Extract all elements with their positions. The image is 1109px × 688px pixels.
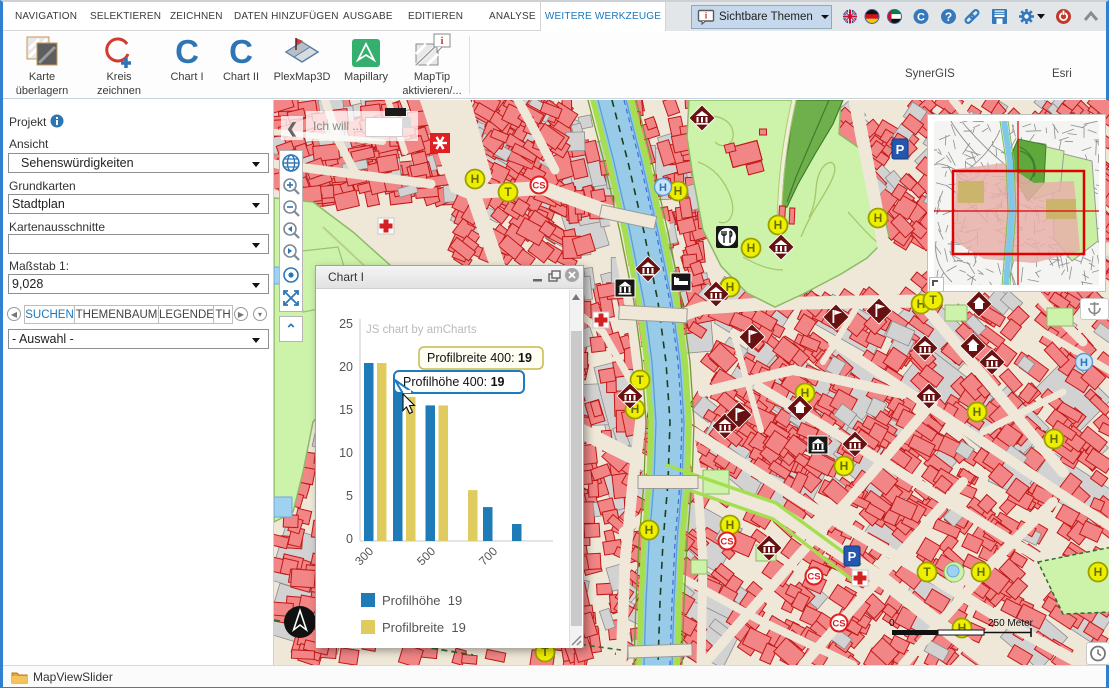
svg-text:H: H bbox=[1050, 432, 1059, 446]
svg-text:H: H bbox=[973, 405, 982, 419]
svg-text:T: T bbox=[636, 373, 644, 387]
svg-text:15: 15 bbox=[339, 403, 353, 417]
svg-text:0: 0 bbox=[346, 532, 353, 546]
svg-text:P: P bbox=[848, 549, 857, 564]
svg-text:25: 25 bbox=[339, 317, 353, 331]
svg-text:i: i bbox=[440, 35, 443, 47]
svg-text:C: C bbox=[917, 12, 925, 24]
svg-text:5: 5 bbox=[346, 489, 353, 503]
svg-text:250 Meter: 250 Meter bbox=[988, 618, 1034, 629]
svg-text:CS: CS bbox=[832, 619, 845, 630]
svg-text:CS: CS bbox=[807, 572, 820, 583]
svg-text:H: H bbox=[471, 172, 480, 186]
svg-text:Profilbreite 400: 19: Profilbreite 400: 19 bbox=[427, 351, 532, 365]
svg-text:H: H bbox=[977, 565, 986, 579]
svg-text:H: H bbox=[1080, 357, 1088, 369]
svg-text:CS: CS bbox=[532, 181, 545, 192]
svg-text:700: 700 bbox=[476, 544, 500, 568]
svg-text:T: T bbox=[504, 185, 512, 199]
svg-text:H: H bbox=[726, 518, 735, 532]
svg-text:Profilhöhe 400: 19: Profilhöhe 400: 19 bbox=[403, 375, 505, 389]
svg-text:P: P bbox=[896, 142, 905, 157]
svg-text:H: H bbox=[840, 459, 849, 473]
svg-text:T: T bbox=[923, 565, 931, 579]
svg-text:?: ? bbox=[945, 10, 952, 24]
svg-text:H: H bbox=[747, 241, 756, 255]
svg-text:Profilhöhe 19: Profilhöhe 19 bbox=[382, 593, 462, 608]
svg-text:JS chart by amCharts: JS chart by amCharts bbox=[366, 324, 477, 336]
svg-text:20: 20 bbox=[339, 360, 353, 374]
svg-text:Profilbreite 19: Profilbreite 19 bbox=[382, 620, 466, 635]
svg-text:H: H bbox=[874, 211, 883, 225]
svg-text:H: H bbox=[674, 184, 683, 198]
svg-text:CS: CS bbox=[720, 537, 733, 548]
svg-text:300: 300 bbox=[352, 544, 376, 568]
svg-text:H: H bbox=[1094, 565, 1103, 579]
svg-text:T: T bbox=[929, 293, 937, 307]
svg-text:10: 10 bbox=[339, 446, 353, 460]
svg-text:H: H bbox=[659, 182, 667, 194]
svg-text:0: 0 bbox=[889, 618, 895, 629]
svg-text:H: H bbox=[774, 218, 783, 232]
svg-text:H: H bbox=[645, 523, 654, 537]
svg-text:500: 500 bbox=[414, 544, 438, 568]
